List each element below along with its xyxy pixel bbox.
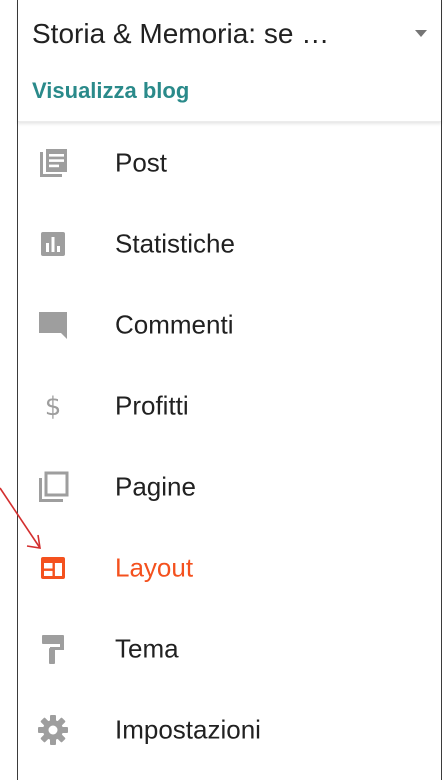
sidebar-item-statistiche[interactable]: Statistiche [18, 203, 441, 284]
blog-title: Storia & Memoria: se … [32, 18, 330, 49]
sidebar-item-label: Statistiche [115, 228, 235, 258]
sidebar-item-label: Tema [115, 633, 179, 663]
gear-icon [36, 713, 70, 747]
view-blog-link[interactable]: Visualizza blog [32, 78, 189, 104]
sidebar-item-label: Impostazioni [115, 714, 261, 744]
sidebar-item-tema[interactable]: Tema [18, 608, 441, 689]
layout-icon [36, 551, 70, 585]
sidebar-item-commenti[interactable]: Commenti [18, 284, 441, 365]
sidebar-item-label: Pagine [115, 471, 196, 501]
sidebar-item-profitti[interactable]: $ Profitti [18, 365, 441, 446]
paint-roller-icon [36, 632, 70, 666]
blog-selector[interactable]: Storia & Memoria: se … [32, 14, 427, 54]
svg-text:$: $ [45, 392, 62, 422]
sidebar-nav: Post Statistiche Commenti $ Profitti Pag… [18, 122, 441, 770]
page: Storia & Memoria: se … Visualizza blog P… [0, 0, 444, 780]
sidebar-item-label: Commenti [115, 309, 234, 339]
comments-icon [36, 308, 70, 342]
sidebar-item-post[interactable]: Post [18, 122, 441, 203]
sidebar-header: Storia & Memoria: se … Visualizza blog [18, 0, 441, 122]
sidebar-item-impostazioni[interactable]: Impostazioni [18, 689, 441, 770]
dropdown-caret-icon[interactable] [415, 30, 427, 37]
sidebar-item-pagine[interactable]: Pagine [18, 446, 441, 527]
sidebar-item-layout[interactable]: Layout [18, 527, 441, 608]
stats-icon [36, 227, 70, 261]
blogger-sidebar: Storia & Memoria: se … Visualizza blog P… [17, 0, 442, 780]
sidebar-item-label: Post [115, 147, 168, 177]
pages-icon [36, 470, 70, 504]
posts-icon [36, 146, 70, 180]
sidebar-item-label: Layout [115, 552, 194, 582]
sidebar-item-label: Profitti [115, 390, 189, 420]
dollar-icon: $ [36, 389, 70, 423]
